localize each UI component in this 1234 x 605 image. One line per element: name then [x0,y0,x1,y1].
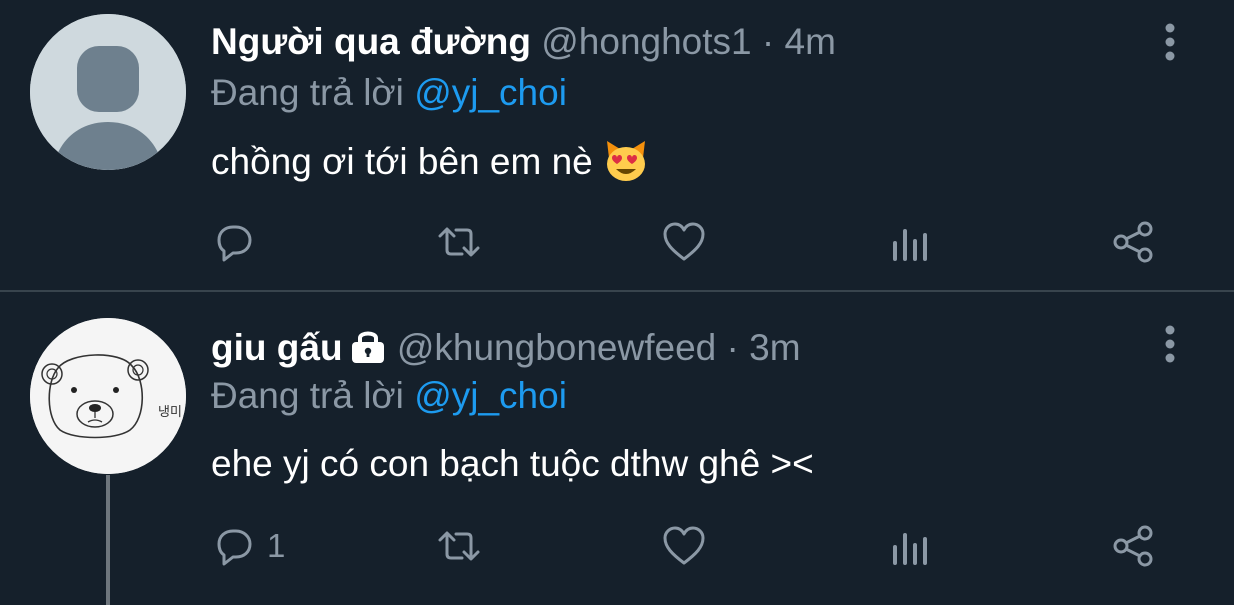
retweet-icon [438,227,480,257]
retweet-icon [438,531,480,561]
avatar[interactable]: 냉미 [30,318,186,474]
share-button[interactable] [1111,218,1157,266]
avatar[interactable] [30,14,186,170]
thread-connector [106,475,110,605]
tweet[interactable]: Người qua đường @honghots1 · 4m Đang trả… [0,0,1234,290]
share-icon [1113,525,1153,567]
heart-icon [663,526,705,565]
default-avatar-icon [30,14,186,170]
tweet[interactable]: 냉미 giu gấu @khungbonewfeed · 3m Đang trả… [0,292,1234,605]
retweet-button[interactable] [436,522,482,570]
display-name[interactable]: giu gấu [211,327,343,368]
mention-link[interactable]: @yj_choi [414,72,567,113]
reply-icon [217,529,252,566]
reply-icon [217,225,252,262]
tweet-text: ehe yj có con bạch tuộc dthw ghê >< [211,442,814,486]
timestamp[interactable]: 4m [785,21,836,62]
reply-button[interactable]: 1 [211,522,285,570]
bear-drawing-avatar-icon: 냉미 [30,318,186,474]
reply-count: 1 [267,527,286,564]
like-button[interactable] [661,218,707,266]
more-options-icon[interactable] [1158,324,1182,364]
heart-eyes-cat-emoji-icon [606,141,645,181]
like-button[interactable] [661,522,707,570]
heart-icon [663,222,705,261]
replying-to-label: Đang trả lời [211,375,404,416]
replying-to: Đang trả lời @yj_choi [211,374,567,418]
action-bar: 1 [211,522,1171,570]
replying-to: Đang trả lời @yj_choi [211,71,567,115]
analytics-button[interactable] [888,522,934,570]
mention-link[interactable]: @yj_choi [414,375,567,416]
separator: · [761,21,775,62]
replying-to-label: Đang trả lời [211,72,404,113]
display-name[interactable]: Người qua đường [211,21,531,62]
timestamp[interactable]: 3m [749,327,800,368]
svg-text:냉미: 냉미 [158,405,182,420]
action-bar [211,218,1171,266]
user-handle[interactable]: @khungbonewfeed [397,327,716,368]
share-button[interactable] [1111,522,1157,570]
user-handle[interactable]: @honghots1 [541,21,751,62]
more-options-icon[interactable] [1158,22,1182,62]
tweet-text-content: ehe yj có con bạch tuộc dthw ghê >< [211,443,814,484]
tweet-text-content: chồng ơi tới bên em nè [211,141,593,182]
lock-icon [351,331,384,363]
reply-button[interactable] [211,218,267,266]
tweet-text: chồng ơi tới bên em nè [211,138,649,184]
share-icon [1113,221,1153,263]
tweet-header: giu gấu @khungbonewfeed · 3m [211,326,801,370]
separator: · [726,327,739,368]
analytics-icon [893,229,927,261]
retweet-button[interactable] [436,218,482,266]
analytics-button[interactable] [888,218,934,266]
analytics-icon [893,533,927,565]
tweet-header: Người qua đường @honghots1 · 4m [211,20,836,64]
